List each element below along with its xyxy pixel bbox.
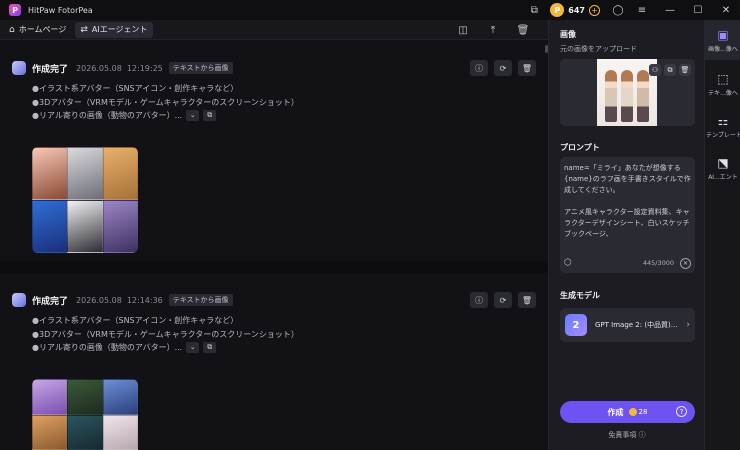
gift-icon[interactable]: ⧉ xyxy=(524,0,544,20)
generate-label: 作成 xyxy=(607,407,624,417)
prompt-line: ●3Dアバター（VRMモデル・ゲームキャラクターのスクリーンショット） xyxy=(32,97,299,107)
home-nav[interactable]: ⌂ ホームページ xyxy=(4,22,71,38)
model-selector[interactable]: 2 GPT Image 2: (中品質)... › xyxy=(560,308,695,342)
close-button[interactable]: ✕ xyxy=(712,0,740,20)
card-status: 作成完了 xyxy=(32,296,69,307)
settings-panel: 画像 元の画像をアップロード ⚇ ⧉ 🗑 プロンプト name=「ミライ」あなた… xyxy=(548,20,704,450)
rail-label: テキ...像へ xyxy=(708,89,738,97)
disclaimer-label: 免責事項 xyxy=(608,431,637,439)
replace-image-icon[interactable]: ⧉ xyxy=(664,64,676,76)
prompt-line: ●イラスト系アバター（SNSアイコン・創作キャラなど） xyxy=(32,84,239,93)
rail-label: AI...エント xyxy=(708,173,738,181)
coin-icon: P xyxy=(550,3,565,17)
prompt-line: ●イラスト系アバター（SNSアイコン・創作キャラなど） xyxy=(32,316,239,325)
chevron-right-icon: › xyxy=(686,320,690,330)
rail-item-templates[interactable]: ⚏ テンプレート xyxy=(705,106,740,146)
card-date: 2026.05.08 xyxy=(76,295,122,305)
prompt-line: ●リアル寄りの画像（動物のアバター）... xyxy=(32,111,183,120)
result-image[interactable] xyxy=(32,379,138,450)
agent-label: AIエージェント xyxy=(91,25,148,34)
model-name: GPT Image 2: (中品質)... xyxy=(595,321,678,329)
card-tag: テキストから画像 xyxy=(168,62,233,74)
info-button[interactable]: ⓘ xyxy=(470,292,488,308)
disclaimer-link[interactable]: 免責事項 ⓘ xyxy=(549,430,705,440)
model-section-title: 生成モデル xyxy=(560,291,600,300)
agent-nav[interactable]: ⇄ AIエージェント xyxy=(75,21,153,38)
maximize-button[interactable]: ☐ xyxy=(684,0,712,20)
add-coins-icon[interactable]: + xyxy=(589,4,600,16)
model-icon: 2 xyxy=(565,314,587,336)
coin-balance[interactable]: P 647 + xyxy=(548,2,604,18)
templates-icon: ⚏ xyxy=(717,113,729,128)
info-icon: ⓘ xyxy=(638,431,646,439)
prompt-char-count: 445/3000 xyxy=(642,259,674,267)
delete-image-icon[interactable]: 🗑 xyxy=(679,64,691,76)
prompt-section-title: プロンプト xyxy=(560,143,600,152)
trash-icon[interactable]: 🗑 xyxy=(508,25,538,36)
cube-icon[interactable]: ⬡ xyxy=(564,258,572,268)
prompt-text[interactable]: name=「ミライ」あなたが想像する{name}のラフ画を手書きスタイルで作成し… xyxy=(564,163,691,249)
title-bar: P HitPaw FotorPea ⧉ P 647 + ◯ ≡ — ☐ ✕ xyxy=(0,0,740,20)
rail-item-ai-agent[interactable]: ⬔ AI...エント xyxy=(705,148,740,188)
swap-icon: ⇄ xyxy=(80,24,88,35)
card-date: 2026.05.08 xyxy=(76,63,122,73)
rail-label: テンプレート xyxy=(706,131,740,139)
feature-rail: ▣ 画像...像へ ⬚ テキ...像へ ⚏ テンプレート ⬔ AI...エント xyxy=(704,20,740,450)
prompt-line: ●リアル寄りの画像（動物のアバター）... xyxy=(32,343,183,352)
card-time: 12:14:36 xyxy=(126,295,163,305)
card-status: 作成完了 xyxy=(32,64,69,75)
rail-item-image-to-image[interactable]: ▣ 画像...像へ xyxy=(705,20,740,60)
account-icon[interactable]: ◯ xyxy=(608,0,628,20)
copy-icon[interactable]: ⧉ xyxy=(203,110,217,122)
text-image-icon: ⬚ xyxy=(717,71,729,86)
main-toolbar: ⌂ ホームページ ⇄ AIエージェント ◫ ⤒ 🗑 xyxy=(0,20,548,40)
card-time: 12:19:25 xyxy=(126,63,163,73)
regenerate-button[interactable]: ⟳ xyxy=(494,292,512,308)
home-label: ホームページ xyxy=(18,25,67,34)
rail-label: 画像...像へ xyxy=(708,45,738,53)
app-title: HitPaw FotorPea xyxy=(28,5,93,15)
image-section-subtitle: 元の画像をアップロード xyxy=(560,45,637,53)
info-button[interactable]: ⓘ xyxy=(470,60,488,76)
book-icon[interactable]: ◫ xyxy=(448,25,478,36)
card-tag: テキストから画像 xyxy=(168,294,233,306)
upload-top-icon[interactable]: ⤒ xyxy=(478,25,508,36)
image-section-title: 画像 xyxy=(560,30,576,39)
crop-icon[interactable]: ⚇ xyxy=(649,64,661,76)
coin-count: 647 xyxy=(568,5,585,15)
home-icon: ⌂ xyxy=(9,24,15,35)
delete-button[interactable]: 🗑 xyxy=(518,60,536,76)
rail-item-text-to-image[interactable]: ⬚ テキ...像へ xyxy=(705,64,740,104)
result-feed[interactable]: 作成完了 2026.05.08 12:19:25 テキストから画像 ⓘ ⟳ 🗑 … xyxy=(0,40,548,450)
agent-avatar-icon xyxy=(12,61,26,75)
minimize-button[interactable]: — xyxy=(656,0,684,20)
generate-cost: 28 xyxy=(638,408,648,416)
clear-prompt-icon[interactable]: ✕ xyxy=(680,257,691,269)
image-icon: ▣ xyxy=(717,27,729,42)
expand-chevron-icon[interactable]: ⌄ xyxy=(186,342,200,354)
copy-icon[interactable]: ⧉ xyxy=(203,342,217,354)
help-icon[interactable]: ? xyxy=(676,406,687,417)
coin-icon xyxy=(628,408,637,416)
regenerate-button[interactable]: ⟳ xyxy=(494,60,512,76)
app-logo-icon: P xyxy=(9,4,21,16)
agent-icon: ⬔ xyxy=(717,155,729,170)
prompt-input[interactable]: name=「ミライ」あなたが想像する{name}のラフ画を手書きスタイルで作成し… xyxy=(560,157,695,273)
card-divider xyxy=(0,261,548,273)
agent-avatar-icon xyxy=(12,293,26,307)
delete-button[interactable]: 🗑 xyxy=(518,292,536,308)
expand-chevron-icon[interactable]: ⌄ xyxy=(186,110,200,122)
prompt-line: ●3Dアバター（VRMモデル・ゲームキャラクターのスクリーンショット） xyxy=(32,329,299,339)
upload-image-box[interactable]: ⚇ ⧉ 🗑 xyxy=(560,59,695,126)
result-image[interactable] xyxy=(32,147,138,253)
generate-button[interactable]: 作成 28 ? xyxy=(560,401,695,423)
menu-icon[interactable]: ≡ xyxy=(628,0,656,20)
